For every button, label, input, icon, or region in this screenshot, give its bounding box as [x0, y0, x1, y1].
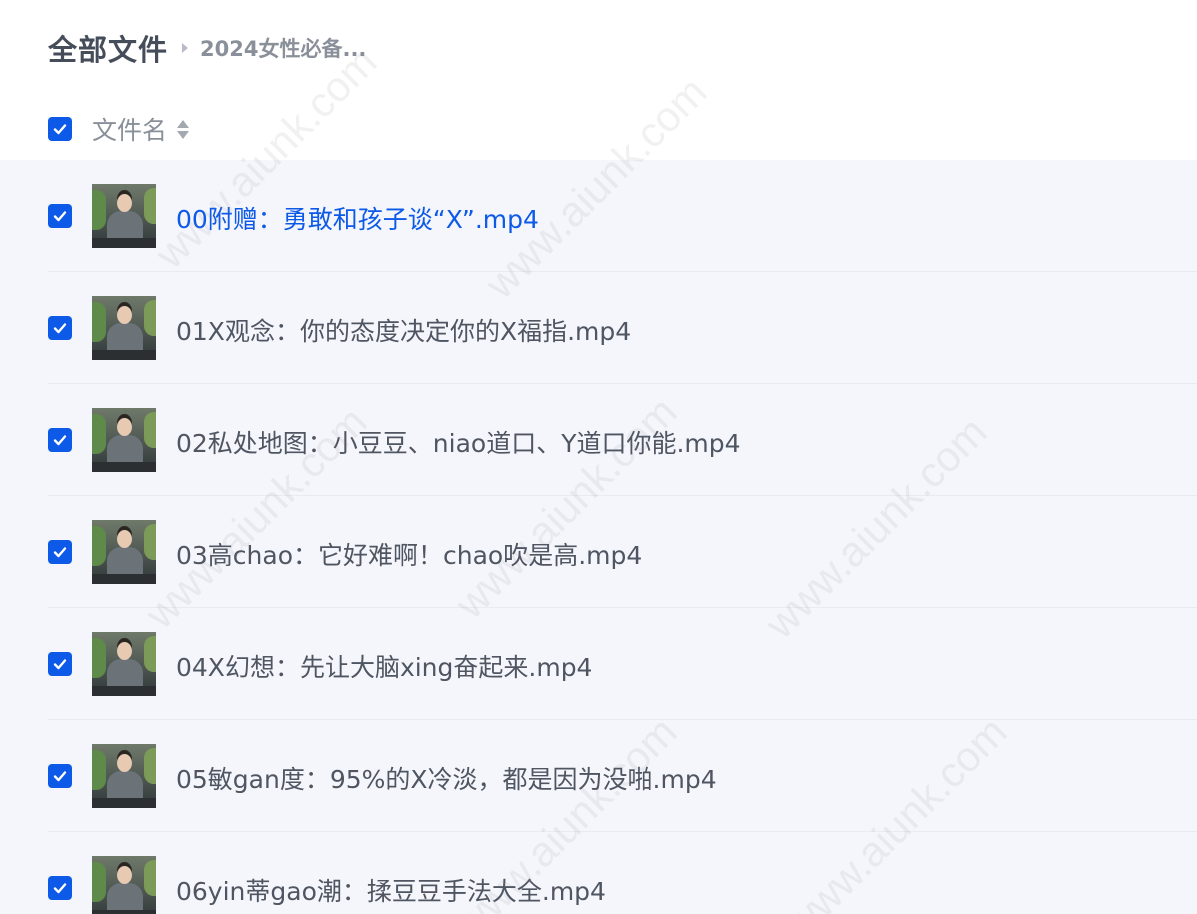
check-icon: [53, 435, 67, 446]
breadcrumb-root[interactable]: 全部文件: [48, 27, 168, 69]
check-icon: [53, 659, 67, 670]
select-all-checkbox[interactable]: [48, 117, 72, 141]
file-browser: 全部文件 2024女性必备... 文件名 00附赠：勇敢和孩子谈“X”.mp4 0…: [0, 0, 1197, 914]
column-header-label: 文件名: [92, 116, 168, 145]
video-thumbnail[interactable]: [92, 520, 156, 584]
file-name[interactable]: 05敏gan度：95%的X冷淡，都是因为没啪.mp4: [176, 760, 717, 796]
video-thumbnail[interactable]: [92, 856, 156, 914]
file-checkbox[interactable]: [48, 204, 72, 228]
file-row[interactable]: 02私处地图：小豆豆、niao道口、Y道口你能.mp4: [0, 384, 1197, 496]
check-icon: [53, 323, 67, 334]
video-thumbnail[interactable]: [92, 744, 156, 808]
list-header: 文件名: [0, 104, 1197, 154]
breadcrumb-current-folder[interactable]: 2024女性必备...: [200, 33, 366, 63]
file-name[interactable]: 00附赠：勇敢和孩子谈“X”.mp4: [176, 200, 539, 236]
file-name[interactable]: 06yin蒂gao潮：揉豆豆手法大全.mp4: [176, 872, 606, 908]
file-checkbox[interactable]: [48, 428, 72, 452]
check-icon: [53, 124, 67, 135]
check-icon: [53, 547, 67, 558]
video-thumbnail[interactable]: [92, 632, 156, 696]
check-icon: [53, 883, 67, 894]
check-icon: [53, 211, 67, 222]
breadcrumb: 全部文件 2024女性必备...: [48, 26, 366, 70]
file-row[interactable]: 05敏gan度：95%的X冷淡，都是因为没啪.mp4: [0, 720, 1197, 832]
file-row[interactable]: 03高chao：它好难啊！chao吹是高.mp4: [0, 496, 1197, 608]
file-name[interactable]: 03高chao：它好难啊！chao吹是高.mp4: [176, 536, 642, 572]
file-name[interactable]: 02私处地图：小豆豆、niao道口、Y道口你能.mp4: [176, 424, 741, 460]
file-row[interactable]: 00附赠：勇敢和孩子谈“X”.mp4: [0, 160, 1197, 272]
video-thumbnail[interactable]: [92, 408, 156, 472]
column-header-filename[interactable]: 文件名: [92, 111, 190, 147]
video-thumbnail[interactable]: [92, 296, 156, 360]
sort-icon[interactable]: [177, 119, 190, 139]
file-checkbox[interactable]: [48, 316, 72, 340]
file-row[interactable]: 06yin蒂gao潮：揉豆豆手法大全.mp4: [0, 832, 1197, 914]
file-row[interactable]: 04X幻想：先让大脑xing奋起来.mp4: [0, 608, 1197, 720]
file-name[interactable]: 01X观念：你的态度决定你的X福指.mp4: [176, 312, 631, 348]
video-thumbnail[interactable]: [92, 184, 156, 248]
file-checkbox[interactable]: [48, 652, 72, 676]
file-row[interactable]: 01X观念：你的态度决定你的X福指.mp4: [0, 272, 1197, 384]
file-checkbox[interactable]: [48, 764, 72, 788]
file-checkbox[interactable]: [48, 540, 72, 564]
file-checkbox[interactable]: [48, 876, 72, 900]
check-icon: [53, 771, 67, 782]
file-name[interactable]: 04X幻想：先让大脑xing奋起来.mp4: [176, 648, 592, 684]
file-list: 00附赠：勇敢和孩子谈“X”.mp4 01X观念：你的态度决定你的X福指.mp4 0…: [0, 160, 1197, 914]
breadcrumb-separator-icon: [182, 43, 189, 53]
